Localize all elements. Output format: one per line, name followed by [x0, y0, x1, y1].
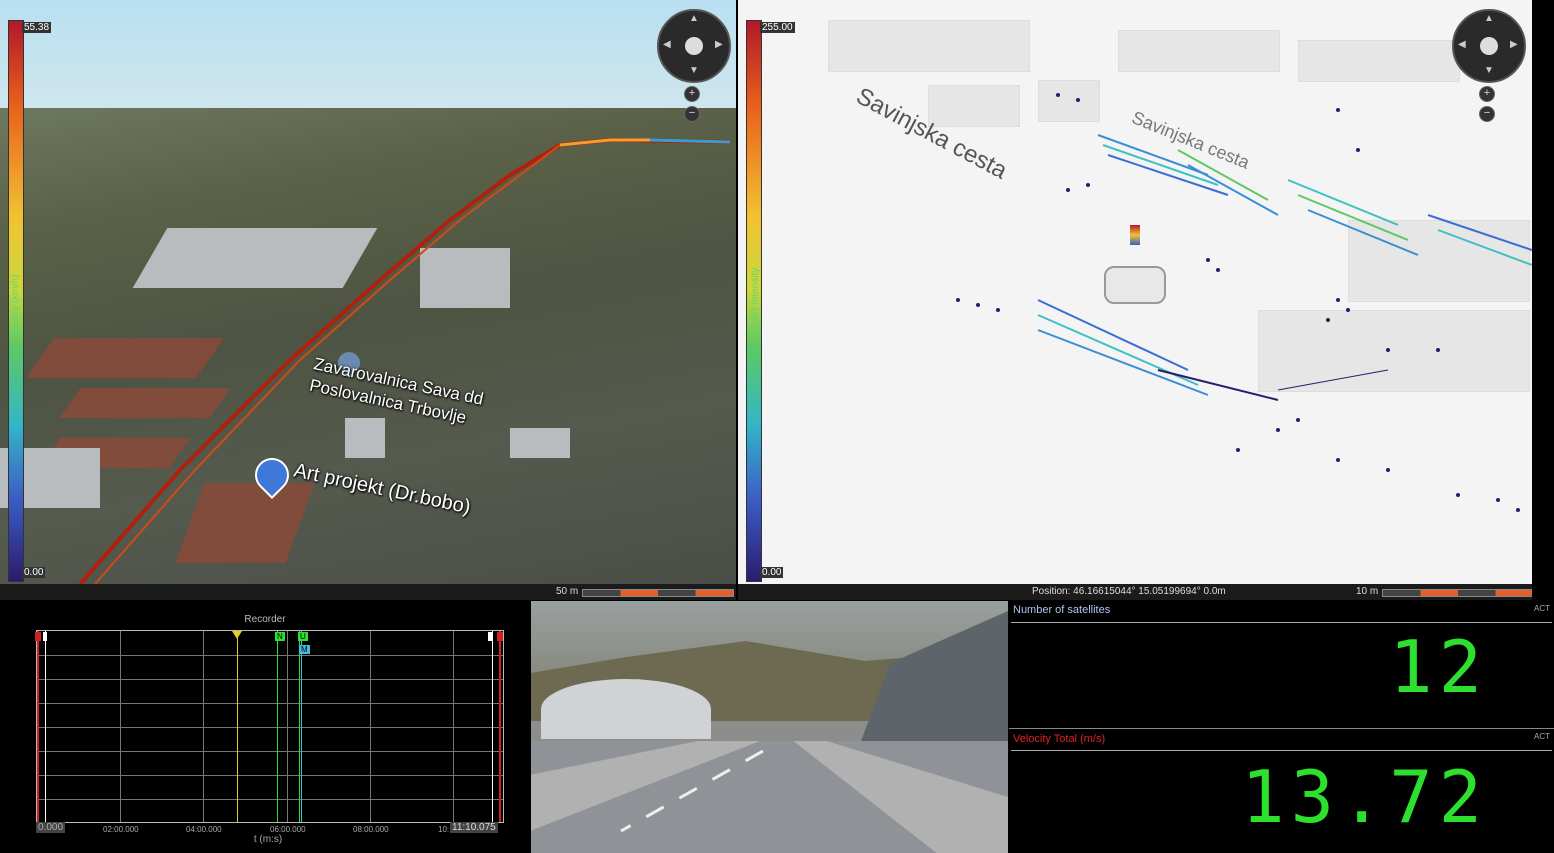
event-marker-line[interactable]: [301, 631, 302, 822]
satellites-value: 12: [1389, 625, 1488, 709]
recorder-plot-area[interactable]: N U M: [35, 630, 504, 823]
pan-left-arrow-icon[interactable]: ◀: [663, 39, 671, 50]
globe-icon[interactable]: [685, 37, 703, 55]
video-lane-markings: [620, 749, 764, 833]
x-tick-label: 02:00.000: [103, 825, 139, 834]
zoom-in-button[interactable]: +: [1479, 86, 1495, 102]
map-view-panel[interactable]: Zavarovalnica Sava dd Poslovalnica Trbov…: [0, 0, 736, 600]
pan-down-arrow-icon[interactable]: ▼: [1484, 65, 1494, 76]
globe-icon[interactable]: [1480, 37, 1498, 55]
colorbar-title: Velocity (km/h): [10, 274, 21, 340]
zoom-out-button[interactable]: −: [1479, 106, 1495, 122]
range-start-handle[interactable]: [35, 632, 41, 641]
zoom-out-button[interactable]: −: [684, 106, 700, 122]
start-time-value: 0.000: [36, 822, 66, 833]
navigation-compass[interactable]: ▲ ▼ ◀ ▶: [1452, 9, 1526, 83]
camera-video-panel: [531, 601, 1008, 853]
playhead-triangle-icon[interactable]: [232, 631, 242, 639]
meter-title: Number of satellites: [1013, 604, 1111, 616]
pan-right-arrow-icon[interactable]: ▶: [1510, 39, 1518, 50]
velocity-value: 13.72: [1241, 755, 1488, 839]
start-marker-line[interactable]: [45, 631, 46, 822]
satellites-meter[interactable]: Number of satellites ACT 12: [1009, 601, 1554, 727]
event-marker-tag[interactable]: N: [275, 632, 285, 641]
scale-bar: [1382, 589, 1532, 597]
recorder-title: Recorder: [244, 614, 286, 625]
meter-divider: [1011, 622, 1552, 623]
pan-left-arrow-icon[interactable]: ◀: [1458, 39, 1466, 50]
end-time-value: 11:10.075: [450, 822, 498, 833]
meter-divider: [1011, 750, 1552, 751]
recorder-panel[interactable]: Recorder N U M 0.000 11:10.075 02:00.000…: [0, 601, 530, 853]
position-readout: Position: 46.16615044° 15.05199694° 0.0m: [1032, 586, 1226, 597]
pan-down-arrow-icon[interactable]: ▼: [689, 65, 699, 76]
meter-mode-label: ACT: [1534, 604, 1550, 613]
meter-title: Velocity Total (m/s): [1013, 733, 1106, 745]
end-handle[interactable]: [488, 632, 492, 641]
colorbar-min-label: 0.00: [22, 567, 46, 578]
digital-meters-panel[interactable]: Number of satellites ACT 12 Velocity Tot…: [1009, 601, 1554, 853]
trajectory-path: [78, 137, 731, 586]
colorbar-title: LiDAR intensity: [750, 267, 761, 336]
scale-label: 10 m: [1356, 586, 1379, 597]
colorbar-max-label: 255.00: [760, 22, 795, 33]
map-scale-strip: 50 m: [0, 584, 736, 600]
vehicle-marker: [1130, 225, 1140, 245]
range-end-line[interactable]: [499, 631, 501, 822]
range-start-line[interactable]: [37, 631, 39, 822]
event-marker-line[interactable]: [299, 631, 300, 822]
colorbar-max-label: 55.38: [22, 22, 52, 33]
event-marker-line[interactable]: [277, 631, 278, 822]
playhead-cursor[interactable]: [237, 631, 238, 822]
x-tick-label: 06:00.000: [270, 825, 306, 834]
event-marker-tag[interactable]: M: [299, 645, 310, 654]
velocity-meter[interactable]: Velocity Total (m/s) ACT 13.72: [1009, 729, 1554, 853]
lidar-view-panel[interactable]: Savinjska cesta Savinjska cesta 255.00 0…: [738, 0, 1532, 600]
event-marker-tag[interactable]: U: [298, 632, 308, 641]
x-axis-label: t (m:s): [253, 834, 283, 845]
pan-up-arrow-icon[interactable]: ▲: [689, 13, 699, 24]
x-tick-label: 08:00.000: [353, 825, 389, 834]
zoom-in-button[interactable]: +: [684, 86, 700, 102]
vehicle-model-icon: [1104, 266, 1166, 304]
scale-bar: [582, 589, 734, 597]
x-tick-label: 04:00.000: [186, 825, 222, 834]
start-handle[interactable]: [43, 632, 47, 641]
colorbar-min-label: 0.00: [760, 567, 784, 578]
scale-label: 50 m: [556, 586, 579, 597]
navigation-compass[interactable]: ▲ ▼ ◀ ▶: [657, 9, 731, 83]
pan-right-arrow-icon[interactable]: ▶: [715, 39, 723, 50]
pan-up-arrow-icon[interactable]: ▲: [1484, 13, 1494, 24]
range-end-handle[interactable]: [497, 632, 503, 641]
end-marker-line[interactable]: [492, 631, 493, 822]
lidar-status-strip: Position: 46.16615044° 15.05199694° 0.0m…: [738, 584, 1532, 600]
x-tick-label: 10:: [438, 825, 450, 834]
meter-mode-label: ACT: [1534, 732, 1550, 741]
